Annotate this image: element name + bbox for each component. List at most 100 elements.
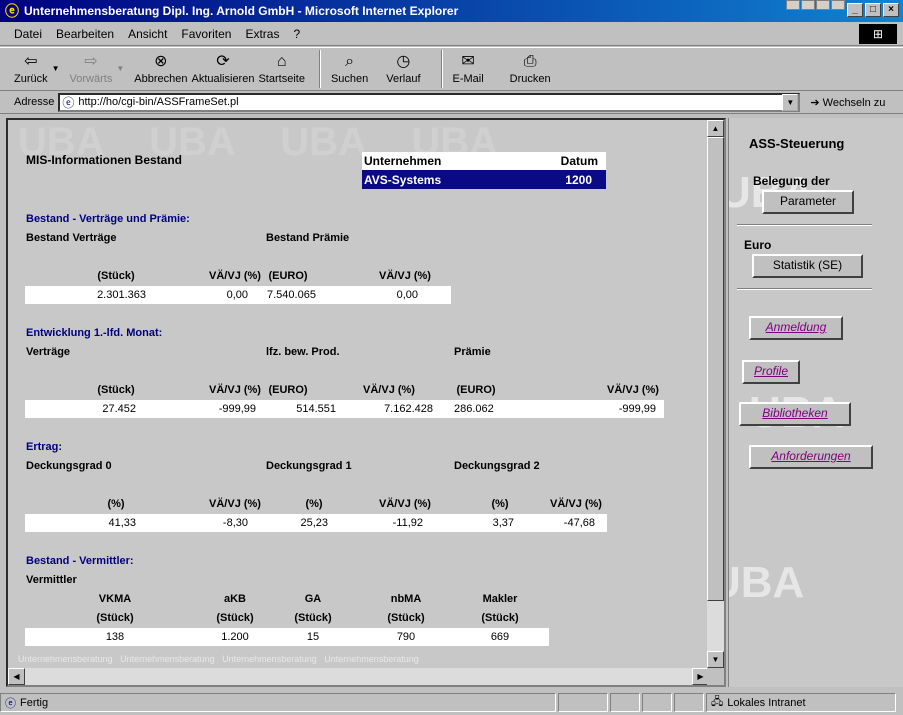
link-anmeldung[interactable]: Anmeldung [749,316,843,340]
statistik-button[interactable]: Statistik (SE) [752,254,863,278]
value-cell: 790 [396,631,416,643]
status-cell [558,693,608,712]
toolbar: ⇦ Zurück ▼ ⇨ Vorwärts ▼ ⊗ Abbrechen ⟳ Ak… [0,47,903,91]
col-header: aKB [223,593,246,605]
scroll-left-icon[interactable]: ◀ [8,668,25,685]
close-button[interactable]: × [883,3,899,17]
date-value: 1200 [565,172,592,187]
ie-icon: ⓔ [5,3,19,19]
value-cell: 41,33 [108,517,136,529]
tray-icons [786,0,845,10]
status-cell [610,693,640,712]
label-lfz-prod: lfz. bew. Prod. [266,346,340,358]
col-header: (EURO) [456,384,496,396]
selected-row[interactable]: AVS-Systems 1200 [362,170,606,189]
col-header: VÄ/VJ (%) [379,270,431,282]
page-title: MIS-Informationen Bestand [26,153,183,167]
forward-button[interactable]: ⇨ Vorwärts [70,48,113,85]
value-cell: 514.551 [296,403,336,415]
label-belegung: Belegung der [753,174,830,188]
toolbar-separator [318,50,321,88]
stop-button[interactable]: ⊗ Abbrechen [134,48,187,85]
scroll-up-icon[interactable]: ▲ [707,120,724,137]
link-profile[interactable]: Profile [742,360,800,384]
menu-extras[interactable]: Extras [245,27,279,41]
intranet-icon: 🖧 [711,696,724,708]
value-cell: 3,37 [492,517,514,529]
printer-icon: ⎙ [523,53,537,70]
tray-icon [816,0,830,10]
col-header: (%) [305,498,323,510]
value-cell: 669 [490,631,510,643]
title-bar: ⓔ Unternehmensberatung Dipl. Ing. Arnold… [0,0,903,22]
home-button[interactable]: ⌂ Startseite [258,48,304,85]
navigation-frame: UBA UBA UBA ASS-Steuerung Belegung der P… [728,118,903,687]
value-cell: 7.540.065 [267,289,316,301]
label-deckungsgrad-1: Deckungsgrad 1 [266,460,352,472]
scroll-down-icon[interactable]: ▼ [707,651,724,668]
col-header: Makler [482,593,518,605]
scroll-thumb[interactable] [707,137,724,601]
value-cell: 2.301.363 [97,289,146,301]
refresh-icon: ⟳ [216,53,230,70]
col-header: VÄ/VJ (%) [607,384,659,396]
col-header: VÄ/VJ (%) [363,384,415,396]
tray-icon [831,0,845,10]
status-cell [674,693,704,712]
security-zone-cell: 🖧 Lokales Intranet [706,693,896,712]
address-input[interactable]: ⓔ http://ho/cgi-bin/ASSFrameSet.pl [58,92,801,112]
company-date-table: Unternehmen Datum AVS-Systems 1200 [362,152,606,189]
value-cell: -8,30 [222,517,248,529]
back-dropdown-icon[interactable]: ▼ [52,64,60,73]
value-cell: -47,68 [563,517,595,529]
label-euro: Euro [744,238,772,252]
stop-icon: ⊗ [154,53,168,70]
tray-icon [801,0,815,10]
address-dropdown-icon[interactable]: ▼ [782,93,799,111]
search-button[interactable]: ⌕ Suchen [331,48,368,85]
horizontal-scrollbar[interactable]: ◀ ▶ [8,668,709,685]
forward-dropdown-icon[interactable]: ▼ [116,64,124,73]
status-bar: ⓔ Fertig 🖧 Lokales Intranet [0,690,903,715]
scroll-corner [707,668,724,685]
datum-header: Datum [560,154,598,168]
col-header: GA [304,593,322,605]
menu-ansicht[interactable]: Ansicht [128,27,167,41]
refresh-button[interactable]: ⟳ Aktualisieren [191,48,254,85]
mail-icon: ✉ [461,53,475,70]
toolbar-separator [440,50,443,88]
col-header: VÄ/VJ (%) [209,270,261,282]
col-header: VÄ/VJ (%) [550,498,602,510]
menu-favoriten[interactable]: Favoriten [181,27,231,41]
mail-button[interactable]: ✉ E-Mail [453,48,484,85]
maximize-button[interactable]: □ [865,3,881,17]
search-icon: ⌕ [345,53,355,70]
go-button[interactable]: ➔ Wechseln zu [810,96,885,109]
col-header: (Stück) [97,384,135,396]
history-button[interactable]: ◷ Verlauf [386,48,420,85]
col-header: VÄ/VJ (%) [209,384,261,396]
menu-bearbeiten[interactable]: Bearbeiten [56,27,114,41]
parameter-button[interactable]: Parameter [762,190,854,214]
page-icon: ⓔ [5,697,16,710]
history-icon: ◷ [396,53,411,70]
menu-help[interactable]: ? [293,27,300,41]
print-button[interactable]: ⎙ Drucken [510,48,551,85]
status-cell [642,693,672,712]
menu-datei[interactable]: Datei [14,27,42,41]
minimize-button[interactable]: _ [847,3,863,17]
window-title: Unternehmensberatung Dipl. Ing. Arnold G… [24,4,459,18]
link-bibliotheken[interactable]: Bibliotheken [739,402,851,426]
value-cell: 138 [105,631,125,643]
value-cell: 15 [306,631,320,643]
label-deckungsgrad-2: Deckungsgrad 2 [454,460,540,472]
link-anforderungen[interactable]: Anforderungen [749,445,873,469]
address-label: Adresse [14,96,55,108]
vertical-scrollbar[interactable]: ▲ ▼ [707,120,724,668]
section-vermittler: Bestand - Vermittler: [26,555,134,567]
value-cell: 27.452 [102,403,136,415]
back-button[interactable]: ⇦ Zurück [14,48,48,85]
section-bestand: Bestand - Verträge und Prämie: [26,213,190,225]
status-text-cell: ⓔ Fertig [0,693,556,712]
col-header: VKMA [98,593,132,605]
